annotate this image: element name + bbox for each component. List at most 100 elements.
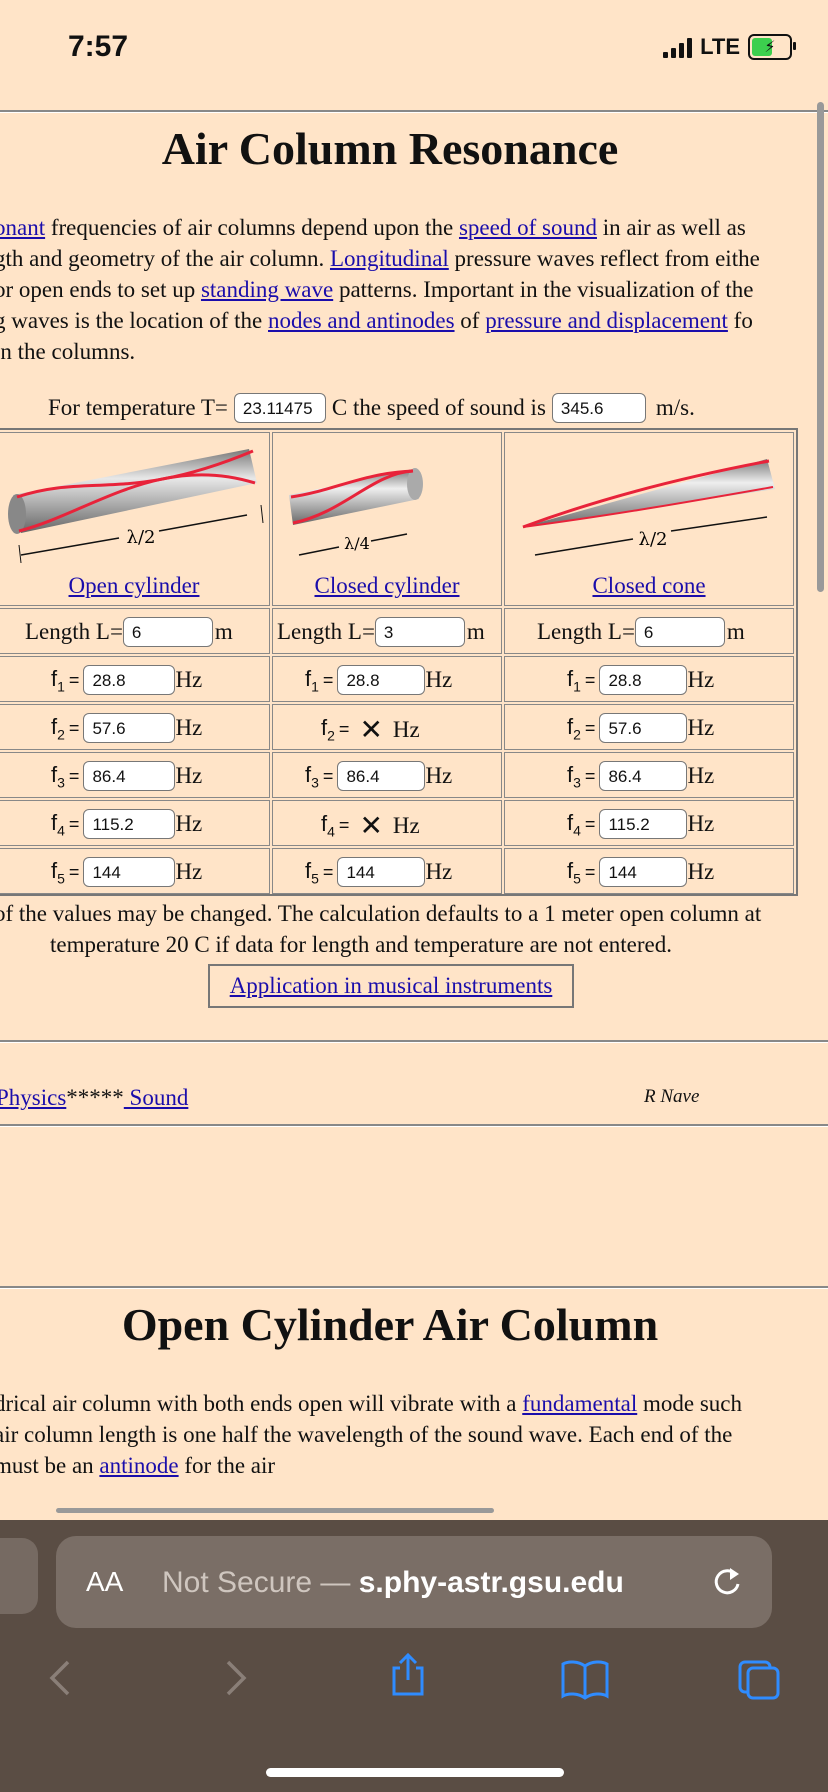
standing-wave-link[interactable]: standing wave [201,277,333,302]
freq-cell: f2 = 57.6 Hz [0,704,270,750]
freq-cell: f3 = 86.4 Hz [0,752,270,798]
url-text: Not Secure — s.phy-astr.gsu.edu [162,1566,624,1599]
f1-label: f1 [51,665,65,695]
status-time: 7:57 [68,30,129,63]
temperature-input[interactable]: 23.11475 [233,392,326,423]
open-cylinder-link[interactable]: Open cylinder [69,573,200,598]
closed-f1-input[interactable]: 28.8 [337,665,426,695]
f4-label: f4 [51,809,65,839]
bookmarks-icon[interactable] [560,1658,610,1700]
closed-cone-diagram: λ/2 [522,459,775,556]
freq-cell: f1 = 28.8 Hz [504,656,794,702]
cone-f1-input[interactable]: 28.8 [599,665,688,695]
forward-icon[interactable] [222,1658,252,1698]
resonant-link[interactable]: onant [0,215,45,240]
f3-label: f3 [51,761,65,791]
f1-label: f1 [567,665,581,695]
freq-cell: f5 = 144 Hz [0,848,270,894]
freq-cell: f2 = ✕ Hz [272,704,502,750]
application-link-box: Application in musical instruments [208,964,574,1008]
closed-f3-input[interactable]: 86.4 [337,761,426,791]
note-line-1: of the values may be changed. The calcul… [0,901,762,926]
f3-label: f3 [305,761,319,791]
divider [0,110,828,113]
length-cell-3: Length L= 6 m [504,608,794,654]
not-allowed-x-icon: ✕ [359,810,383,841]
freq-cell: f2 = 57.6 Hz [504,704,794,750]
open-f2-input[interactable]: 57.6 [83,713,176,743]
reader-aa-button[interactable]: AA [86,1566,123,1598]
open-f5-input[interactable]: 144 [83,857,176,887]
open-f4-input[interactable]: 115.2 [83,809,176,839]
closed-cone-link[interactable]: Closed cone [592,573,705,598]
status-indicators: LTE ⚡ [663,34,796,60]
open-f3-input[interactable]: 86.4 [83,761,176,791]
speed-of-sound-input[interactable]: 345.6 [551,392,646,423]
cone-f4-input[interactable]: 115.2 [599,809,688,839]
f2-label: f2 [51,713,65,743]
closed-cylinder-link[interactable]: Closed cylinder [315,573,460,598]
nodes-antinodes-link[interactable]: nodes and antinodes [268,308,455,333]
half-wavelength-label: λ/2 [639,529,668,550]
speed-of-sound-link[interactable]: speed of sound [459,215,597,240]
pressure-displacement-link[interactable]: pressure and displacement [485,308,728,333]
closed-cylinder-diagram: λ/4 [289,468,423,556]
freq-cell: f5 = 144 Hz [272,848,502,894]
section2-line-1: drical air column with both ends open wi… [0,1391,742,1416]
f4-label: f4 [567,809,581,839]
not-allowed-x-icon: ✕ [359,714,383,745]
open-cylinder-length-input[interactable]: 6 [122,617,213,647]
f3-label: f3 [567,761,581,791]
longitudinal-link[interactable]: Longitudinal [330,246,449,271]
divider [0,1286,828,1289]
open-cylinder-diagram: λ/2 [8,449,264,564]
cone-f2-input[interactable]: 57.6 [599,713,688,743]
f5-label: f5 [51,857,65,887]
antinode-link[interactable]: antinode [99,1453,178,1478]
physics-link[interactable]: Physics [0,1085,66,1110]
open-cylinder-cell: λ/2 Open cylinder [0,432,270,606]
back-icon[interactable] [44,1658,74,1698]
closed-f5-input[interactable]: 144 [337,857,426,887]
section2-line-2: air column length is one half the wavele… [0,1422,733,1447]
browser-toolbar: AA Not Secure — s.phy-astr.gsu.edu [0,1520,828,1792]
freq-cell: f3 = 86.4 Hz [272,752,502,798]
intro-line-5: in the columns. [0,339,136,364]
closed-cone-length-input[interactable]: 6 [634,617,725,647]
tabs-icon[interactable] [736,1658,782,1700]
freq-cell: f1 = 28.8 Hz [0,656,270,702]
freq-cell: f1 = 28.8 Hz [272,656,502,702]
freq-cell: f4 = ✕ Hz [272,800,502,846]
length-cell-1: Length L= 6 m [0,608,270,654]
fundamental-link[interactable]: fundamental [522,1391,637,1416]
open-f1-input[interactable]: 28.8 [83,665,176,695]
network-label: LTE [700,34,740,59]
reload-icon[interactable] [712,1566,742,1598]
divider [0,1040,828,1043]
freq-cell: f5 = 144 Hz [504,848,794,894]
address-bar[interactable]: AA Not Secure — s.phy-astr.gsu.edu [56,1536,772,1628]
half-wavelength-label: λ/2 [127,527,156,548]
temperature-row: For temperature T= 23.11475 C the speed … [48,392,695,423]
sound-link[interactable]: Sound [124,1085,189,1110]
application-musical-instruments-link[interactable]: Application in musical instruments [230,973,553,999]
freq-cell: f3 = 86.4 Hz [504,752,794,798]
cone-f3-input[interactable]: 86.4 [599,761,688,791]
scrollbar[interactable] [817,102,824,592]
intro-line-4: g waves is the location of the nodes and… [0,308,753,333]
horizontal-scrollbar[interactable] [56,1508,494,1513]
section2-line-3: must be an antinode for the air [0,1453,276,1478]
section-title: Open Cylinder Air Column [121,1299,659,1350]
freq-cell: f4 = 115.2 Hz [0,800,270,846]
share-icon[interactable] [388,1652,428,1698]
intro-line-1: onant frequencies of air columns depend … [0,212,746,243]
f4-label: f4 [321,811,335,840]
f2-label: f2 [567,713,581,743]
note-line-2: temperature 20 C if data for length and … [50,932,672,957]
f5-label: f5 [305,857,319,887]
closed-cylinder-length-input[interactable]: 3 [374,617,465,647]
cone-f5-input[interactable]: 144 [599,857,688,887]
closed-cylinder-cell: λ/4 Closed cylinder [272,432,502,606]
previous-tab-preview[interactable] [0,1538,38,1614]
page-title: Air Column Resonance [161,123,619,174]
